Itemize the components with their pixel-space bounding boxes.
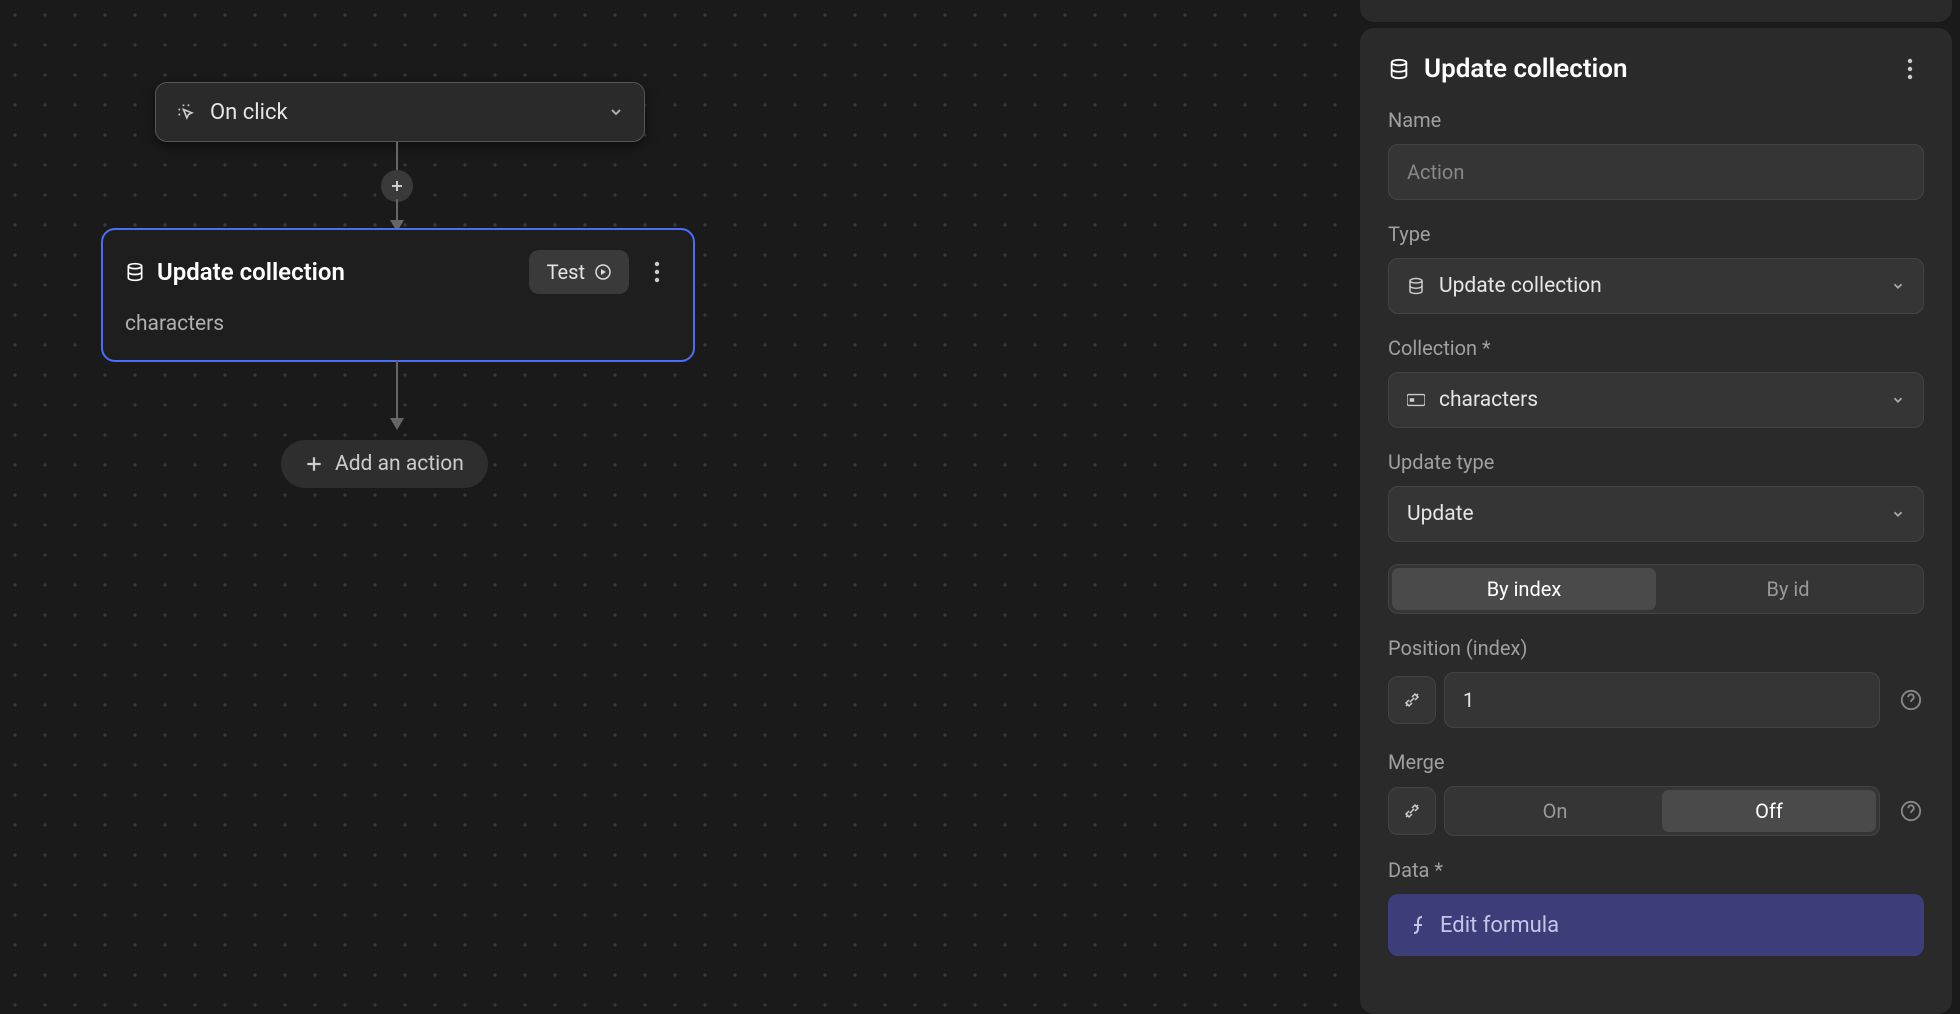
panel-title: Update collection: [1424, 54, 1882, 84]
arrow-down-icon: [389, 418, 405, 430]
database-icon: [125, 262, 145, 282]
action-title: Update collection: [125, 258, 515, 286]
segment-merge-off[interactable]: Off: [1662, 790, 1876, 832]
name-input[interactable]: [1388, 144, 1924, 200]
connector-line: [396, 360, 398, 422]
help-icon[interactable]: [1898, 798, 1924, 824]
collection-label: Collection *: [1388, 336, 1924, 360]
segment-by-index[interactable]: By index: [1392, 568, 1656, 610]
help-icon[interactable]: [1898, 687, 1924, 713]
merge-segmented: On Off: [1444, 786, 1880, 836]
collection-icon: [1407, 392, 1425, 408]
test-button[interactable]: Test: [529, 250, 629, 294]
properties-panel: Update collection Name Type: [1360, 28, 1952, 1014]
update-type-select[interactable]: Update: [1388, 486, 1924, 542]
chevron-down-icon: [608, 104, 624, 120]
panel-stub: [1360, 0, 1952, 22]
type-label: Type: [1388, 222, 1924, 246]
collection-select[interactable]: characters: [1388, 372, 1924, 428]
bind-position-button[interactable]: [1388, 676, 1436, 724]
trigger-node[interactable]: On click: [155, 82, 645, 142]
add-action-button[interactable]: Add an action: [281, 440, 488, 488]
more-options-button[interactable]: [643, 258, 671, 286]
merge-label: Merge: [1388, 750, 1924, 774]
database-icon: [1407, 277, 1425, 295]
trigger-label: On click: [210, 100, 608, 125]
add-node-button[interactable]: [381, 170, 413, 202]
update-type-label: Update type: [1388, 450, 1924, 474]
edit-formula-button[interactable]: Edit formula: [1388, 894, 1924, 956]
data-label: Data *: [1388, 858, 1924, 882]
type-select[interactable]: Update collection: [1388, 258, 1924, 314]
action-subtitle: characters: [125, 312, 671, 336]
segment-by-id[interactable]: By id: [1656, 568, 1920, 610]
segment-merge-on[interactable]: On: [1448, 790, 1662, 832]
update-by-segmented: By index By id: [1388, 564, 1924, 614]
bind-merge-button[interactable]: [1388, 787, 1436, 835]
workflow-canvas[interactable]: On click: [0, 0, 1360, 1014]
database-icon: [1388, 58, 1410, 80]
action-node[interactable]: Update collection Test characters: [101, 228, 695, 362]
position-label: Position (index): [1388, 636, 1924, 660]
position-input[interactable]: [1444, 672, 1880, 728]
connector-line: [396, 142, 398, 170]
click-icon: [176, 102, 196, 122]
name-label: Name: [1388, 108, 1924, 132]
panel-more-button[interactable]: [1896, 55, 1924, 83]
formula-icon: [1408, 914, 1426, 936]
